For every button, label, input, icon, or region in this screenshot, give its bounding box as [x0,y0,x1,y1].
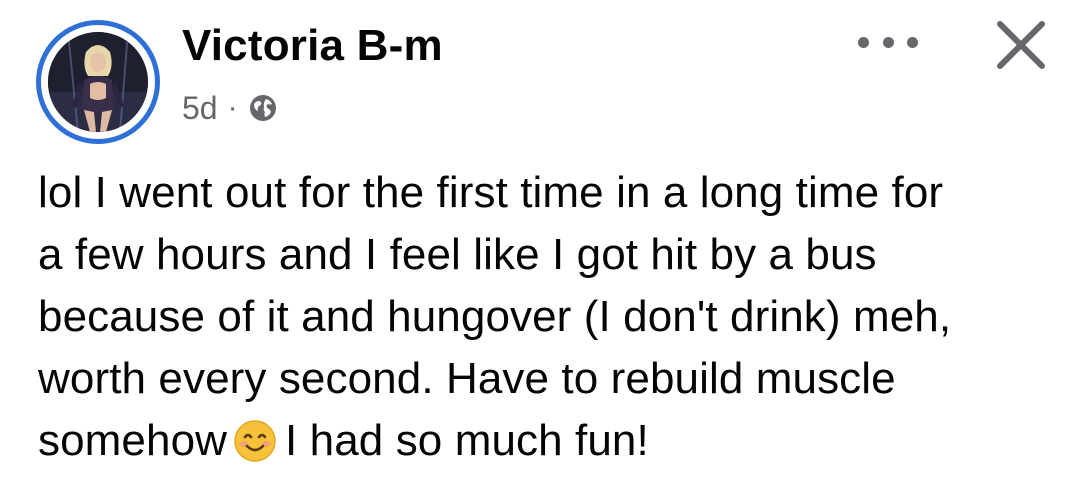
avatar-image [48,32,148,132]
more-options-icon-dot [907,36,918,48]
more-options-button[interactable] [858,28,918,56]
post-text-last-line: somehow I had so much fun! [38,410,1048,472]
close-button[interactable] [994,18,1048,72]
close-icon [997,21,1045,69]
post-text-line: a few hours and I feel like I got hit by… [38,230,877,279]
post-body: lol I went out for the first time in a l… [38,162,1048,472]
post-timestamp[interactable]: 5d [182,92,218,124]
more-options-icon [858,36,869,48]
globe-icon[interactable] [248,93,278,123]
more-options-icon-dot [882,36,894,48]
post-text-line: because of it and hungover (I don't drin… [38,292,952,341]
post-text-segment: I had so much fun! [285,416,649,465]
post-text-line: worth every second. Have to rebuild musc… [38,354,896,403]
meta-separator: · [227,91,238,124]
avatar-story-ring[interactable] [36,20,160,144]
smiling-face-emoji-icon [233,418,277,462]
post-text-line: lol I went out for the first time in a l… [38,168,944,217]
post-text-segment: somehow [38,416,228,465]
author-name[interactable]: Victoria B-m [182,24,443,68]
avatar[interactable] [48,32,148,132]
post-meta: 5d · [182,90,278,126]
